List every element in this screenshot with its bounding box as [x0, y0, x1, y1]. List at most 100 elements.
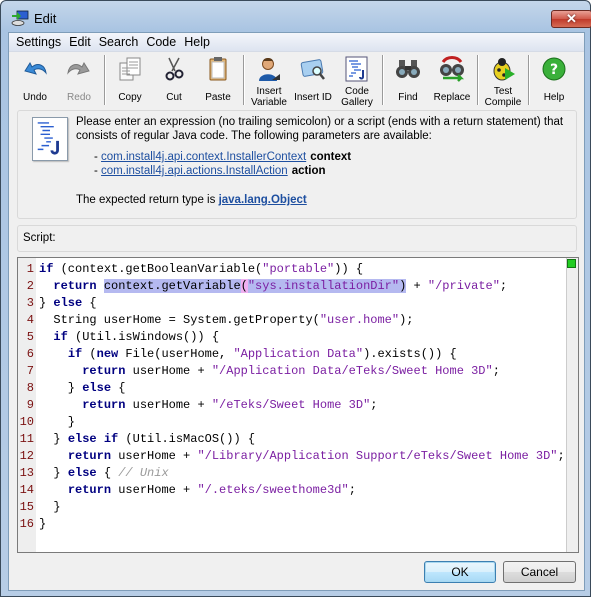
param-action-name: action: [291, 165, 326, 177]
compile-status-indicator: [567, 259, 576, 268]
window-title: Edit: [34, 11, 57, 26]
code-text: if (context.getBooleanVariable("portable…: [39, 262, 364, 276]
line-number: 12: [19, 449, 34, 463]
code-text: } else {: [39, 296, 97, 310]
insert-id-label: Insert ID: [294, 91, 332, 103]
line-number: 5: [26, 330, 34, 344]
insert-variable-button[interactable]: Insert Variable: [247, 52, 291, 109]
cut-icon: [165, 57, 184, 81]
return-type-link[interactable]: java.lang.Object: [219, 194, 307, 206]
insert-id-button[interactable]: Insert ID: [291, 52, 335, 109]
error-stripe: [566, 258, 578, 552]
svg-text:?: ?: [550, 62, 558, 78]
code-line: 12 return userHome + "/Library/Applicati…: [18, 448, 565, 465]
code-lines: 1 if (context.getBooleanVariable("portabl…: [18, 261, 565, 533]
find-icon: [396, 60, 420, 78]
code-text: }: [39, 415, 76, 429]
code-text: if (new File(userHome, "Application Data…: [67, 347, 457, 361]
code-gallery-button[interactable]: Code Gallery: [335, 52, 379, 109]
code-text: return userHome + "/Application Data/eTe…: [82, 364, 500, 378]
text-selection: context.getVariable("sys.installationDir…: [103, 279, 407, 293]
info-description: Please enter an expression (no trailing …: [76, 115, 566, 143]
line-number: 1: [26, 262, 34, 276]
code-text: return userHome + "/.eteks/sweethome3d";: [67, 483, 356, 497]
find-label: Find: [398, 91, 418, 103]
menu-edit[interactable]: Edit: [65, 33, 95, 51]
script-label: Script:: [23, 232, 56, 244]
undo-icon: [24, 61, 47, 75]
cut-button[interactable]: Cut: [152, 52, 196, 109]
code-line: 14 return userHome + "/.eteks/sweethome3…: [18, 482, 565, 499]
line-number: 15: [19, 500, 34, 514]
title-bar[interactable]: Edit ✕: [1, 1, 591, 33]
redo-icon: [67, 61, 90, 75]
paste-label: Paste: [205, 91, 231, 103]
info-line-2: consists of regular Java code. The follo…: [76, 130, 432, 142]
menu-settings[interactable]: Settings: [12, 33, 65, 51]
line-number: 4: [26, 313, 34, 327]
code-text: } else { // Unix: [39, 466, 169, 480]
toolbar-separator: [382, 55, 383, 105]
menu-bar: Settings Edit Search Code Help: [9, 33, 584, 52]
replace-button[interactable]: Replace: [430, 52, 474, 109]
code-text: if (Util.isWindows()) {: [53, 330, 220, 344]
return-type-prefix: The expected return type is: [76, 194, 219, 206]
app-icon: [11, 10, 29, 26]
param-context-type-link[interactable]: com.install4j.api.context.InstallerConte…: [101, 151, 306, 163]
help-button[interactable]: ? Help: [532, 52, 576, 109]
info-panel: Please enter an expression (no trailing …: [17, 110, 577, 219]
cut-label: Cut: [166, 91, 182, 103]
info-line-1: Please enter an expression (no trailing …: [76, 116, 564, 128]
find-button[interactable]: Find: [386, 52, 430, 109]
line-number: 2: [26, 279, 34, 293]
code-script-icon: [32, 117, 68, 161]
code-line: 6 if (new File(userHome, "Application Da…: [18, 346, 565, 363]
code-line: 9 return userHome + "/eTeks/Sweet Home 3…: [18, 397, 565, 414]
toolbar-separator: [243, 55, 244, 105]
line-number: 8: [26, 381, 34, 395]
help-label: Help: [543, 91, 565, 103]
script-label-panel: Script:: [17, 225, 577, 252]
code-line: 4 String userHome = System.getProperty("…: [18, 312, 565, 329]
line-number: 10: [19, 415, 34, 429]
code-text: }: [39, 517, 47, 531]
code-line: 16}: [18, 516, 565, 533]
code-text: String userHome = System.getProperty("us…: [39, 313, 414, 327]
test-compile-button[interactable]: Test Compile: [481, 52, 525, 109]
code-text: return userHome + "/Library/Application …: [67, 449, 565, 463]
line-number: 9: [26, 398, 34, 412]
line-number: 3: [26, 296, 34, 310]
code-gallery-icon: [345, 56, 368, 82]
undo-button[interactable]: Undo: [13, 52, 57, 109]
line-number: 16: [19, 517, 34, 531]
code-text: return context.getVariable("sys.installa…: [53, 279, 508, 293]
ok-button[interactable]: OK: [424, 561, 496, 583]
insert-variable-label: Insert Variable: [251, 86, 287, 108]
code-text: } else {: [39, 381, 126, 395]
code-line: 7 return userHome + "/Application Data/e…: [18, 363, 565, 380]
paste-button[interactable]: Paste: [196, 52, 240, 109]
code-line: 15 }: [18, 499, 565, 516]
menu-search[interactable]: Search: [95, 33, 143, 51]
code-editor[interactable]: 1 if (context.getBooleanVariable("portabl…: [17, 257, 579, 553]
close-icon: ✕: [566, 11, 577, 26]
param-action-type-link[interactable]: com.install4j.api.actions.InstallAction: [101, 165, 288, 177]
redo-button[interactable]: Redo: [57, 52, 101, 109]
insert-variable-icon: [259, 58, 280, 81]
paste-icon: [209, 57, 227, 81]
code-line: 3 } else {: [18, 295, 565, 312]
code-line: 5 if (Util.isWindows()) {: [18, 329, 565, 346]
replace-label: Replace: [433, 91, 471, 103]
insert-id-icon: [300, 59, 325, 80]
code-text: }: [39, 500, 61, 514]
redo-label: Redo: [67, 91, 91, 103]
dialog-body: Settings Edit Search Code Help Undo Redo…: [8, 32, 585, 591]
close-button[interactable]: ✕: [551, 10, 591, 28]
cancel-button[interactable]: Cancel: [503, 561, 576, 583]
menu-help[interactable]: Help: [180, 33, 214, 51]
toolbar: Undo Redo Copy Cut Paste Insert Variable…: [9, 52, 584, 109]
test-compile-icon: [493, 58, 515, 81]
menu-code[interactable]: Code: [142, 33, 180, 51]
copy-button[interactable]: Copy: [108, 52, 152, 109]
toolbar-separator: [528, 55, 529, 105]
